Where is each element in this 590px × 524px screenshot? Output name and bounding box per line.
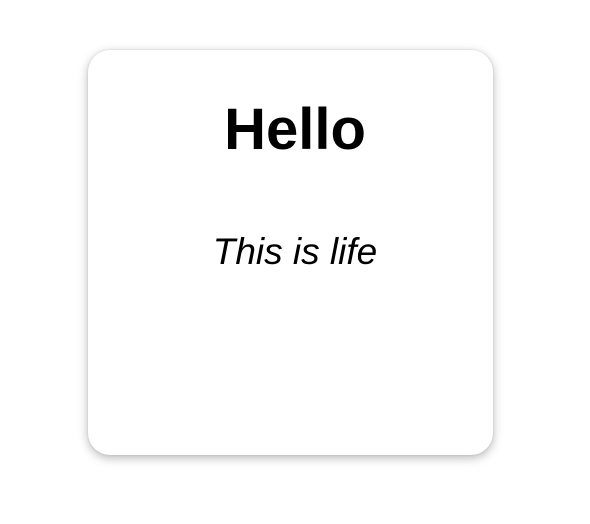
page-canvas: Hello This is life [0,0,590,524]
card-subtitle: This is life [212,231,378,272]
card-title: Hello [224,97,366,162]
